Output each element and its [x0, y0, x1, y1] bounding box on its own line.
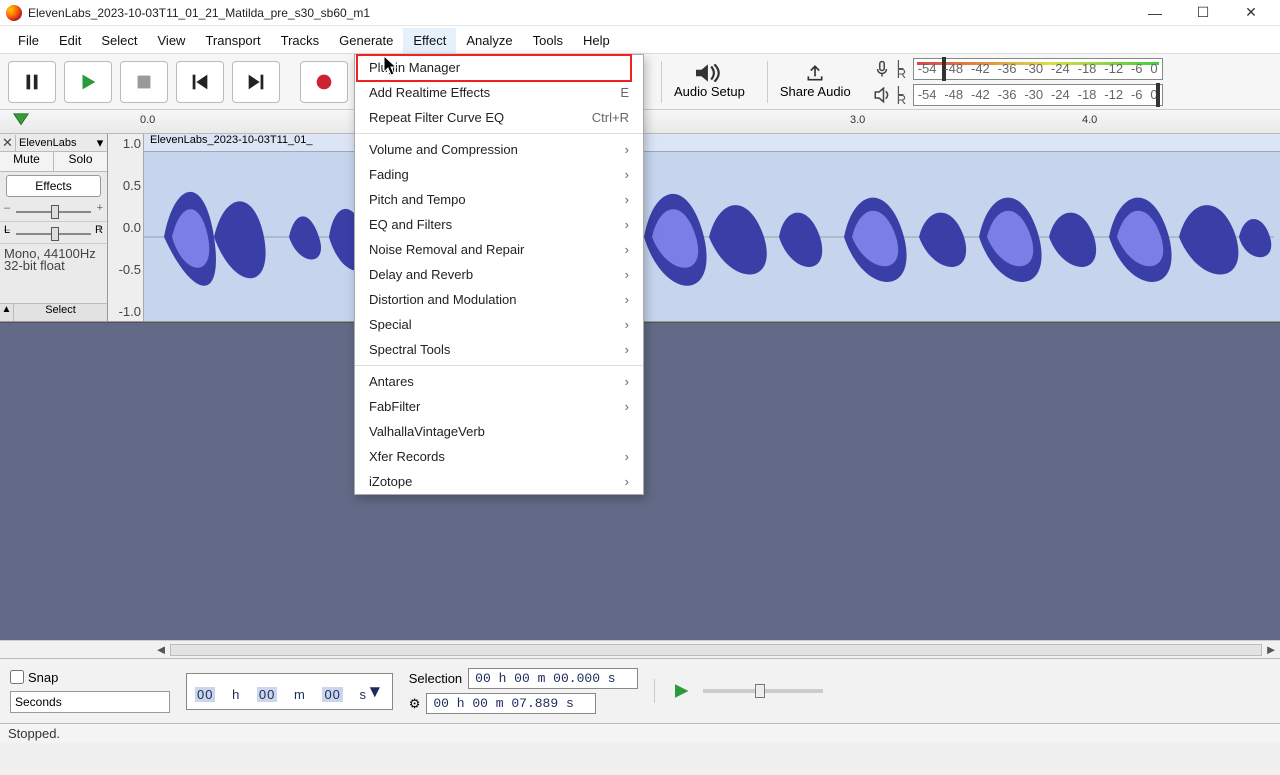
app-icon: [6, 5, 22, 21]
status-text: Stopped.: [8, 726, 60, 741]
selection-settings-icon[interactable]: ⚙: [409, 696, 421, 712]
effect-menu-item[interactable]: Spectral Tools›: [355, 337, 643, 362]
meter-lr-play: LR: [897, 86, 907, 104]
snap-label: Snap: [28, 670, 58, 685]
mute-button[interactable]: Mute: [0, 152, 54, 171]
track-name[interactable]: ElevenLabs: [16, 137, 93, 149]
audio-setup-button[interactable]: Audio Setup: [661, 61, 757, 103]
effect-menu-item[interactable]: ValhallaVintageVerb: [355, 419, 643, 444]
effect-menu-item[interactable]: Add Realtime EffectsE: [355, 80, 643, 105]
track-close-button[interactable]: ✕: [0, 135, 16, 151]
effect-menu-item[interactable]: Distortion and Modulation›: [355, 287, 643, 312]
gain-slider[interactable]: [0, 200, 107, 222]
share-audio-label: Share Audio: [780, 84, 851, 99]
scroll-right-button[interactable]: ►: [1262, 642, 1280, 657]
effect-menu-item[interactable]: iZotope›: [355, 469, 643, 494]
record-meter[interactable]: -54-48-42-36-30-24-18-12-60: [913, 58, 1163, 80]
stop-button[interactable]: [120, 61, 168, 103]
selection-label: Selection: [409, 671, 462, 686]
menu-generate[interactable]: Generate: [329, 28, 403, 53]
effect-menu-item[interactable]: Pitch and Tempo›: [355, 187, 643, 212]
menu-view[interactable]: View: [148, 28, 196, 53]
record-button[interactable]: [300, 61, 348, 103]
horizontal-scrollbar[interactable]: ◄ ►: [0, 640, 1280, 658]
window-buttons: — ☐ ✕: [1140, 3, 1274, 23]
share-audio-button[interactable]: Share Audio: [767, 61, 863, 103]
effect-menu-item[interactable]: Antares›: [355, 369, 643, 394]
menu-bar: FileEditSelectViewTransportTracksGenerat…: [0, 26, 1280, 54]
audio-setup-label: Audio Setup: [674, 84, 745, 99]
title-bar: ElevenLabs_2023-10-03T11_01_21_Matilda_p…: [0, 0, 1280, 26]
menu-edit[interactable]: Edit: [49, 28, 91, 53]
effect-menu-item[interactable]: Delay and Reverb›: [355, 262, 643, 287]
timeline-mark: 4.0: [1082, 114, 1097, 126]
menu-tracks[interactable]: Tracks: [271, 28, 330, 53]
menu-effect[interactable]: Effect: [403, 28, 456, 53]
meter-lr-rec: LR: [897, 60, 907, 78]
pan-slider[interactable]: L R: [0, 222, 107, 244]
selection-end-field[interactable]: 00 h 00 m 07.889 s: [426, 693, 596, 714]
time-display[interactable]: 00 h 00 m 00 s▾: [186, 673, 393, 710]
effect-menu-item[interactable]: Noise Removal and Repair›: [355, 237, 643, 262]
track-info: Mono, 44100Hz 32-bit float: [0, 244, 107, 272]
waveform-canvas[interactable]: ElevenLabs_2023-10-03T11_01_: [144, 134, 1280, 321]
waveform-svg: [144, 152, 1274, 321]
minimize-button[interactable]: —: [1140, 3, 1170, 23]
menu-tools[interactable]: Tools: [523, 28, 573, 53]
snap-units-field[interactable]: [10, 691, 170, 713]
play-at-speed: [654, 679, 823, 703]
effect-menu-item[interactable]: FabFilter›: [355, 394, 643, 419]
snap-checkbox[interactable]: [10, 670, 24, 684]
effect-menu-item[interactable]: Xfer Records›: [355, 444, 643, 469]
menu-file[interactable]: File: [8, 28, 49, 53]
meters: LR -54-48-42-36-30-24-18-12-60 LR -54-48…: [873, 58, 1163, 106]
amplitude-ruler: 1.00.50.0-0.5-1.0: [108, 134, 144, 321]
selection-toolbar: Snap 00 h 00 m 00 s▾ Selection 00 h 00 m…: [0, 658, 1280, 723]
effect-menu-item[interactable]: Repeat Filter Curve EQCtrl+R: [355, 105, 643, 130]
scroll-left-button[interactable]: ◄: [152, 642, 170, 657]
playback-meter[interactable]: -54-48-42-36-30-24-18-12-60: [913, 84, 1163, 106]
playhead-pin-icon[interactable]: [12, 112, 30, 133]
play-at-speed-button[interactable]: [669, 679, 693, 703]
track-effects-button[interactable]: Effects: [6, 175, 101, 197]
solo-button[interactable]: Solo: [54, 152, 107, 171]
track-select-button[interactable]: Select: [14, 304, 107, 321]
menu-select[interactable]: Select: [91, 28, 147, 53]
track-menu-dropdown[interactable]: ▾: [93, 135, 107, 151]
skip-end-button[interactable]: [232, 61, 280, 103]
close-button[interactable]: ✕: [1236, 3, 1266, 23]
timeline-mark: 0.0: [140, 114, 155, 126]
effect-menu-item[interactable]: Special›: [355, 312, 643, 337]
timeline-mark: 3.0: [850, 114, 865, 126]
playback-speed-slider[interactable]: [703, 689, 823, 693]
effect-menu-item[interactable]: Plugin Manager: [355, 55, 643, 80]
pause-button[interactable]: [8, 61, 56, 103]
play-button[interactable]: [64, 61, 112, 103]
menu-transport[interactable]: Transport: [195, 28, 270, 53]
effect-menu-item[interactable]: EQ and Filters›: [355, 212, 643, 237]
maximize-button[interactable]: ☐: [1188, 3, 1218, 23]
window-title: ElevenLabs_2023-10-03T11_01_21_Matilda_p…: [28, 6, 1140, 20]
skip-start-button[interactable]: [176, 61, 224, 103]
effect-menu-item[interactable]: Volume and Compression›: [355, 137, 643, 162]
menu-help[interactable]: Help: [573, 28, 620, 53]
track-collapse-button[interactable]: ▲: [0, 304, 14, 321]
effect-menu-dropdown: Plugin ManagerAdd Realtime EffectsERepea…: [354, 54, 644, 495]
speaker-icon[interactable]: [873, 86, 891, 104]
status-bar: Stopped.: [0, 723, 1280, 743]
effect-menu-item[interactable]: Fading›: [355, 162, 643, 187]
mic-icon[interactable]: [873, 60, 891, 78]
selection-start-field[interactable]: 00 h 00 m 00.000 s: [468, 668, 638, 689]
clip-name[interactable]: ElevenLabs_2023-10-03T11_01_: [144, 134, 1280, 152]
waveform-container: 1.00.50.0-0.5-1.0 ElevenLabs_2023-10-03T…: [108, 134, 1280, 321]
menu-analyze[interactable]: Analyze: [456, 28, 522, 53]
track-control-panel: ✕ ElevenLabs ▾ Mute Solo Effects L R Mon…: [0, 134, 108, 321]
